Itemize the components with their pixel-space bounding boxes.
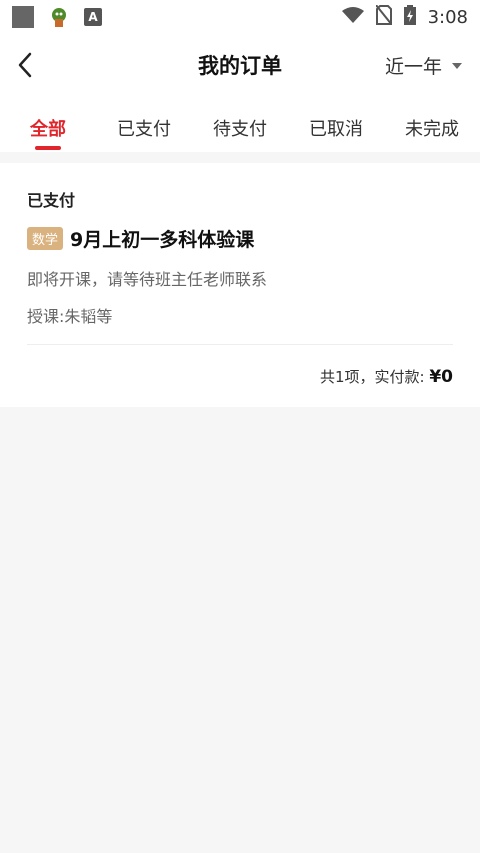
no-sim-icon — [374, 4, 393, 29]
tab-pending-payment[interactable]: 待支付 — [192, 96, 288, 152]
tab-paid[interactable]: 已支付 — [96, 96, 192, 152]
teacher-info: 授课:朱韬等 — [27, 307, 113, 326]
status-bar-system: 3:08 — [341, 4, 468, 29]
font-a-icon: A — [84, 8, 102, 26]
tab-label: 已取消 — [309, 119, 363, 140]
order-total: 共1项，实付款: ¥0 — [320, 366, 453, 387]
order-status-tabs: 全部 已支付 待支付 已取消 未完成 — [0, 96, 480, 152]
tab-label: 已支付 — [117, 119, 171, 140]
course-title: 9月上初一多科体验课 — [70, 229, 255, 251]
subject-tag: 数学 — [27, 227, 64, 250]
status-bar: A 3:08 — [0, 0, 480, 34]
total-amount: ¥0 — [429, 367, 453, 387]
order-status: 已支付 — [27, 191, 76, 210]
order-note: 即将开课，请等待班主任老师联系 — [27, 270, 268, 289]
tab-cancelled[interactable]: 已取消 — [288, 96, 384, 152]
battery-icon — [403, 5, 416, 29]
divider — [27, 344, 453, 345]
tab-all[interactable]: 全部 — [0, 96, 96, 152]
status-bar-notifications: A — [12, 6, 102, 28]
clock-time: 3:08 — [427, 6, 468, 28]
time-range-label: 近一年 — [384, 56, 442, 78]
app-header: 我的订单 近一年 — [0, 34, 480, 96]
active-tab-indicator — [35, 146, 61, 150]
app-character-icon — [48, 6, 70, 28]
tab-label: 待支付 — [213, 119, 267, 140]
tab-label: 全部 — [30, 119, 66, 140]
caret-down-icon — [452, 62, 462, 69]
tab-incomplete[interactable]: 未完成 — [384, 96, 480, 152]
total-prefix: 共1项，实付款: — [319, 368, 430, 386]
wifi-icon — [341, 6, 364, 28]
order-card[interactable]: 已支付 数学 9月上初一多科体验课 即将开课，请等待班主任老师联系 授课:朱韬等… — [0, 163, 480, 407]
time-range-filter[interactable]: 近一年 — [385, 52, 462, 79]
app-square-icon — [12, 6, 34, 28]
course-row: 数学 9月上初一多科体验课 — [27, 225, 254, 252]
tab-label: 未完成 — [405, 119, 459, 140]
